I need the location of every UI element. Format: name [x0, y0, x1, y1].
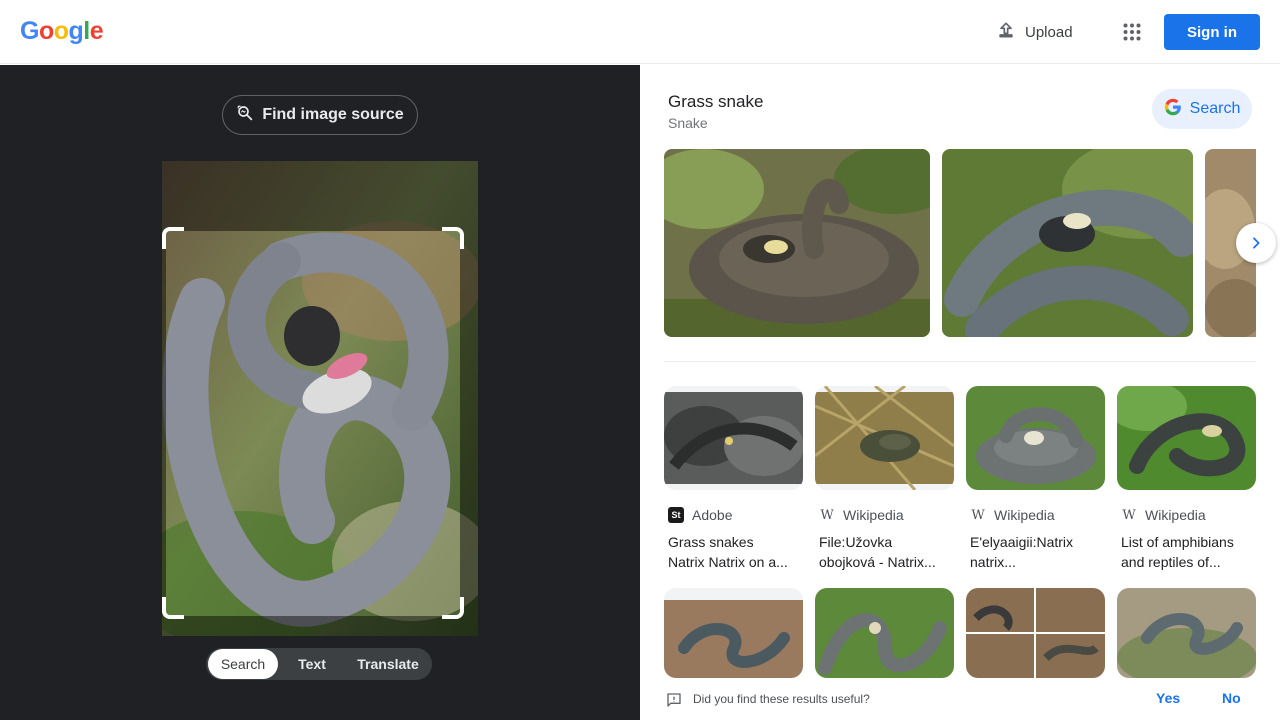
- feedback-bar: Did you find these results useful? Yes N…: [640, 680, 1280, 720]
- upload-icon: [996, 20, 1016, 44]
- lens-mode-tabs: Search Text Translate: [206, 648, 432, 680]
- entity-title[interactable]: Grass snake: [668, 92, 763, 112]
- query-image-panel: Find image source Search Text Translate: [0, 65, 640, 720]
- wikipedia-icon: W: [820, 507, 834, 523]
- upload-label: Upload: [1025, 23, 1073, 41]
- result-thumbnail[interactable]: [1117, 588, 1256, 678]
- crop-shade-bottom: [162, 616, 478, 636]
- logo-letter: o: [38, 17, 54, 45]
- result-thumbnail[interactable]: [966, 588, 1105, 678]
- feedback-yes-button[interactable]: Yes: [1156, 690, 1180, 706]
- result-thumbnail[interactable]: [1117, 386, 1256, 490]
- entity-search-label: Search: [1189, 100, 1241, 117]
- result-source-name: Wikipedia: [843, 507, 904, 523]
- result-card[interactable]: W Wikipedia E'elyaaigii:Natrix natrix...: [966, 386, 1105, 572]
- result-card[interactable]: [1117, 588, 1256, 678]
- result-card[interactable]: [664, 588, 803, 678]
- result-title[interactable]: File:Užovka obojková - Natrix...: [815, 532, 954, 572]
- result-thumbnail[interactable]: [966, 386, 1105, 490]
- result-card[interactable]: W Wikipedia List of amphibians and repti…: [1117, 386, 1256, 572]
- result-title[interactable]: List of amphibians and reptiles of...: [1117, 532, 1256, 572]
- result-source: St Adobe: [664, 507, 803, 523]
- result-card[interactable]: [815, 588, 954, 678]
- result-title[interactable]: Grass snakes Natrix Natrix on a...: [664, 532, 803, 572]
- apps-grid-icon: [1123, 23, 1141, 41]
- result-thumbnail[interactable]: [664, 588, 803, 678]
- crop-handle-bottom-right[interactable]: [442, 597, 464, 619]
- crop-shade-left: [162, 231, 166, 616]
- tab-search[interactable]: Search: [208, 649, 278, 679]
- results-panel: Grass snake Snake Search St Adobe Grass …: [640, 65, 1280, 720]
- tab-translate[interactable]: Translate: [346, 649, 430, 679]
- google-logo[interactable]: Google: [20, 17, 104, 46]
- entity-subtitle: Snake: [668, 115, 708, 131]
- query-image[interactable]: [162, 161, 478, 636]
- google-g-icon: [1164, 98, 1182, 121]
- result-source: W Wikipedia: [815, 507, 954, 523]
- sign-in-button[interactable]: Sign in: [1164, 14, 1260, 50]
- logo-letter: g: [68, 17, 84, 45]
- result-title[interactable]: E'elyaaigii:Natrix natrix...: [966, 532, 1105, 572]
- crop-handle-top-right[interactable]: [442, 227, 464, 249]
- find-image-source-label: Find image source: [262, 106, 404, 123]
- result-source-name: Adobe: [692, 507, 733, 523]
- image-search-icon: [236, 104, 254, 127]
- section-divider: [664, 361, 1256, 362]
- entity-image-1[interactable]: [664, 149, 930, 337]
- result-thumbnail[interactable]: [815, 588, 954, 678]
- result-card[interactable]: [966, 588, 1105, 678]
- entity-search-button[interactable]: Search: [1152, 89, 1252, 129]
- feedback-no-button[interactable]: No: [1222, 690, 1241, 706]
- crop-handle-top-left[interactable]: [162, 227, 184, 249]
- chevron-right-icon: [1253, 237, 1260, 249]
- result-card[interactable]: W Wikipedia File:Užovka obojková - Natri…: [815, 386, 954, 572]
- find-image-source-button[interactable]: Find image source: [222, 95, 418, 135]
- wikipedia-icon: W: [971, 507, 985, 523]
- crop-shade-top: [162, 161, 478, 231]
- result-thumbnail[interactable]: [815, 386, 954, 490]
- apps-grid-button[interactable]: [1116, 16, 1148, 48]
- result-source-name: Wikipedia: [994, 507, 1055, 523]
- result-card[interactable]: St Adobe Grass snakes Natrix Natrix on a…: [664, 386, 803, 572]
- crop-handle-bottom-left[interactable]: [162, 597, 184, 619]
- top-header: Google Upload Sign in: [0, 0, 1280, 64]
- logo-letter: G: [20, 17, 39, 45]
- feedback-question: Did you find these results useful?: [693, 692, 870, 706]
- logo-letter: e: [89, 17, 104, 45]
- result-source: W Wikipedia: [966, 507, 1105, 523]
- image-strip-next-button[interactable]: [1236, 223, 1276, 263]
- adobe-stock-icon: St: [668, 507, 684, 523]
- result-source: W Wikipedia: [1117, 507, 1256, 523]
- result-thumbnail[interactable]: [664, 386, 803, 490]
- result-source-name: Wikipedia: [1145, 507, 1206, 523]
- feedback-icon: [666, 692, 682, 713]
- tab-text[interactable]: Text: [278, 649, 346, 679]
- wikipedia-icon: W: [1122, 507, 1136, 523]
- upload-button[interactable]: Upload: [988, 16, 1081, 48]
- entity-image-2[interactable]: [942, 149, 1193, 337]
- crop-shade-right: [460, 231, 478, 616]
- logo-letter: o: [53, 17, 69, 45]
